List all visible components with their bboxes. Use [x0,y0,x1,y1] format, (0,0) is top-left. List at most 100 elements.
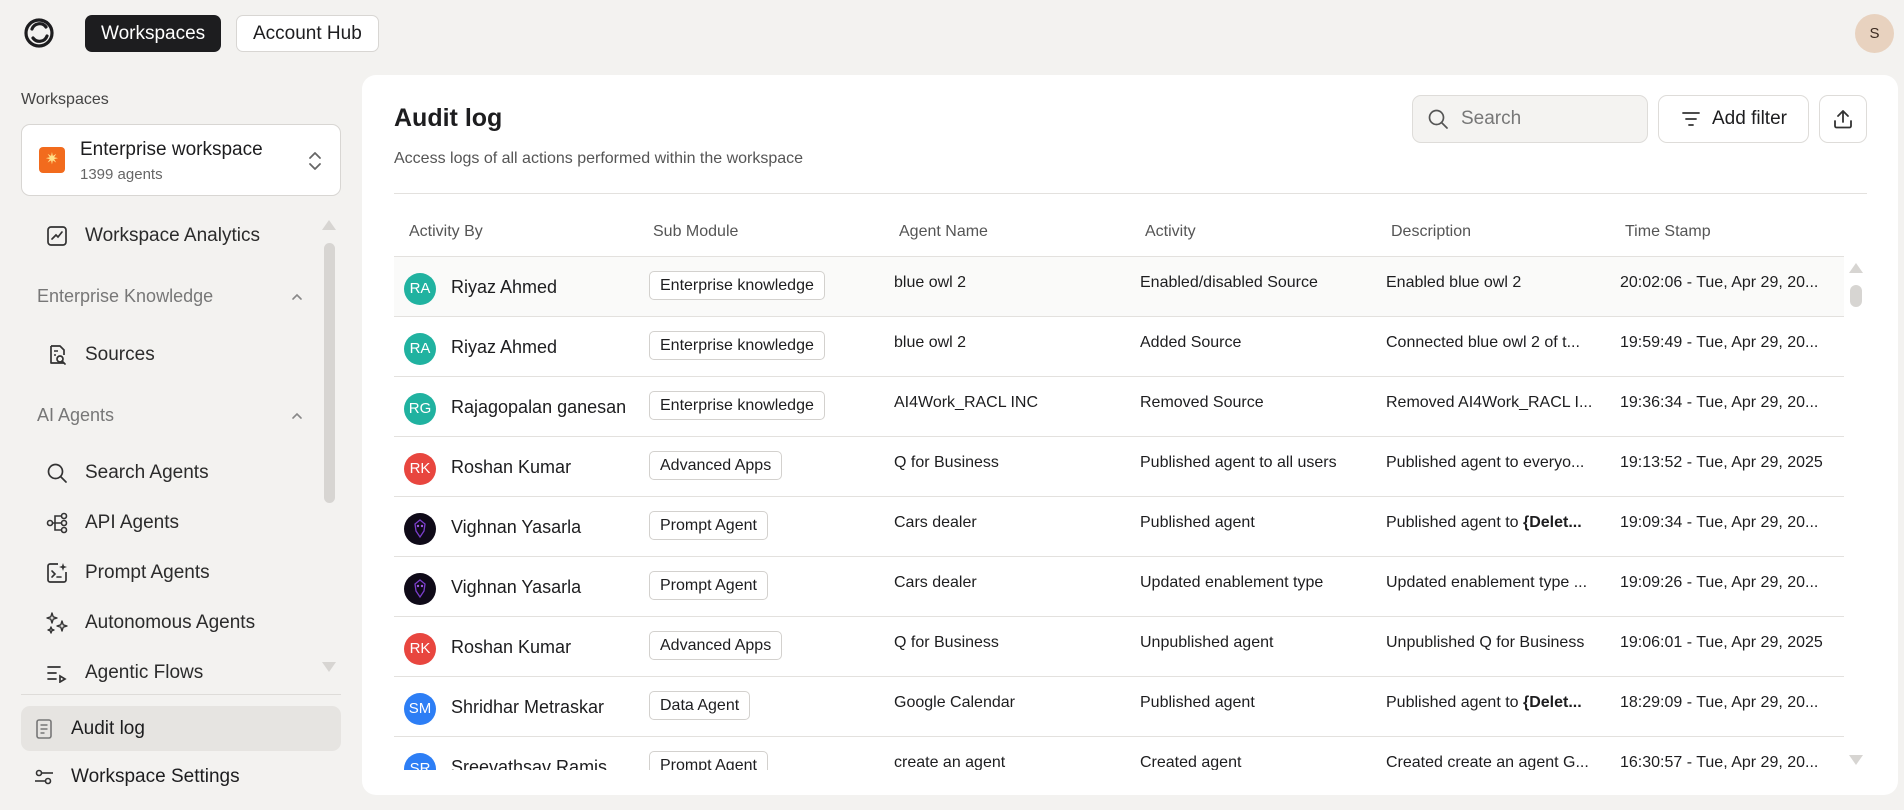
sidebar-item-sources[interactable]: Sources [45,337,155,373]
sidebar-scroll-up-icon[interactable] [322,220,336,230]
table-row[interactable]: RG Rajagopalan ganesan Enterprise knowle… [394,377,1844,437]
description-bold: {Delet... [1523,694,1582,711]
activity: Unpublished agent [1140,634,1274,651]
sidebar-item-agentic-flows[interactable]: Agentic Flows [45,655,203,683]
avatar-initials: RK [409,460,431,477]
table-row[interactable]: RK Roshan Kumar Advanced Apps Q for Busi… [394,617,1844,677]
activity-by: Riyaz Ahmed [451,337,558,357]
description-text: Created create an agent G... [1386,754,1589,770]
table-row[interactable]: RA Riyaz Ahmed Enterprise knowledge blue… [394,257,1844,317]
table-scroll-down-icon[interactable] [1849,755,1863,765]
table-row[interactable]: SR Sreevathsav Ramis Prompt Agent create… [394,737,1844,770]
sidebar-item-prompt-agents[interactable]: Prompt Agents [45,555,210,591]
sub-module-badge: Prompt Agent [649,571,768,600]
avatar: RA [404,273,436,305]
table-row[interactable]: SM Shridhar Metraskar Data Agent Google … [394,677,1844,737]
timestamp: 19:06:01 - Tue, Apr 29, 2025 [1620,634,1823,651]
workspace-logo-icon: ✷ [39,147,65,173]
agent-name: Cars dealer [894,574,977,591]
add-filter-label: Add filter [1712,108,1787,129]
sidebar-section-title: Workspaces [21,91,109,108]
tab-workspaces[interactable]: Workspaces [85,15,222,52]
search-input[interactable]: Search [1412,95,1648,143]
column-header-activity-by[interactable]: Activity By [409,223,483,241]
activity-by: Roshan Kumar [451,457,572,477]
timestamp: 19:09:26 - Tue, Apr 29, 20... [1620,574,1819,591]
table-row[interactable]: RK Roshan Kumar Advanced Apps Q for Busi… [394,437,1844,497]
description: Connected blue owl 2 of t... [1386,334,1598,352]
timestamp: 19:36:34 - Tue, Apr 29, 20... [1620,394,1819,411]
sidebar-scrollbar[interactable] [324,243,335,503]
avatar-initials: SR [409,760,431,770]
sidebar-group-enterprise-knowledge[interactable]: Enterprise Knowledge [37,286,303,307]
description-text: Enabled blue owl 2 [1386,274,1522,291]
column-header-time-stamp[interactable]: Time Stamp [1625,223,1711,241]
sidebar-group-ai-agents[interactable]: AI Agents [37,405,303,426]
sub-module-badge: Prompt Agent [649,511,768,540]
timestamp: 20:02:06 - Tue, Apr 29, 20... [1620,274,1819,291]
column-header-activity[interactable]: Activity [1145,223,1196,241]
timestamp: 19:09:34 - Tue, Apr 29, 20... [1620,514,1819,531]
sidebar-item-label: Audit log [71,717,145,739]
agent-name: Google Calendar [894,694,1015,711]
timestamp: 18:29:09 - Tue, Apr 29, 20... [1620,694,1819,711]
activity: Added Source [1140,334,1242,351]
user-avatar[interactable]: S [1855,14,1894,53]
table-scrollbar[interactable] [1850,285,1862,307]
filter-icon [1682,112,1700,126]
avatar [404,573,436,605]
agent-name: create an agent [894,754,1006,770]
table-row[interactable]: Vighnan Yasarla Prompt Agent Cars dealer… [394,557,1844,617]
activity-by: Roshan Kumar [451,637,572,657]
sidebar-item-search-agents[interactable]: Search Agents [45,455,209,491]
sidebar-scroll-down-icon[interactable] [322,662,336,672]
description-text: Published agent to [1386,694,1523,711]
sidebar-divider [21,694,341,695]
column-header-description[interactable]: Description [1391,223,1471,241]
description: Created create an agent G... [1386,754,1598,770]
search-icon [47,463,67,483]
page-title: Audit log [394,104,503,132]
avatar: RK [404,453,436,485]
column-header-agent-name[interactable]: Agent Name [899,223,988,241]
sidebar-item-label: Prompt Agents [85,562,210,583]
tab-account-hub[interactable]: Account Hub [236,15,379,52]
activity: Updated enablement type [1140,574,1324,591]
column-header-sub-module[interactable]: Sub Module [653,223,738,241]
sub-module-badge: Advanced Apps [649,451,783,480]
activity: Created agent [1140,754,1242,770]
timestamp: 19:13:52 - Tue, Apr 29, 2025 [1620,454,1823,471]
sidebar-item-autonomous-agents[interactable]: Autonomous Agents [45,605,255,641]
avatar: RK [404,633,436,665]
chevron-up-icon [292,293,302,300]
sidebar-item-api-agents[interactable]: API Agents [45,505,179,541]
avatar [404,513,436,545]
description: Published agent to {Delet... [1386,694,1598,712]
avatar: SM [404,693,436,725]
workspace-switcher[interactable]: ✷ Enterprise workspace 1399 agents [21,124,341,196]
description: Published agent to everyo... [1386,454,1598,472]
table-scroll-up-icon[interactable] [1849,263,1863,273]
sub-module-badge: Enterprise knowledge [649,271,825,300]
activity: Enabled/disabled Source [1140,274,1318,291]
app-logo-icon[interactable] [22,16,56,50]
agent-name: blue owl 2 [894,274,967,291]
sidebar-item-audit-log[interactable]: Audit log [21,706,341,751]
description-text: Removed AI4Work_RACL I... [1386,394,1593,411]
sidebar-item-workspace-settings[interactable]: Workspace Settings [33,766,240,788]
export-button[interactable] [1819,95,1867,143]
sub-module-badge: Enterprise knowledge [649,331,825,360]
agent-name: AI4Work_RACL INC [894,394,1039,411]
avatar: RA [404,333,436,365]
timestamp: 16:30:57 - Tue, Apr 29, 20... [1620,754,1819,770]
sparkles-icon [46,612,68,634]
avatar: SR [404,753,436,770]
activity-by: Rajagopalan ganesan [451,397,627,417]
description-text: Published agent to [1386,514,1523,531]
activity-by: Vighnan Yasarla [451,577,582,597]
add-filter-button[interactable]: Add filter [1658,95,1809,143]
audit-log-icon [36,718,52,739]
sidebar-item-workspace-analytics[interactable]: Workspace Analytics [45,218,260,254]
table-row[interactable]: Vighnan Yasarla Prompt Agent Cars dealer… [394,497,1844,557]
table-row[interactable]: RA Riyaz Ahmed Enterprise knowledge blue… [394,317,1844,377]
